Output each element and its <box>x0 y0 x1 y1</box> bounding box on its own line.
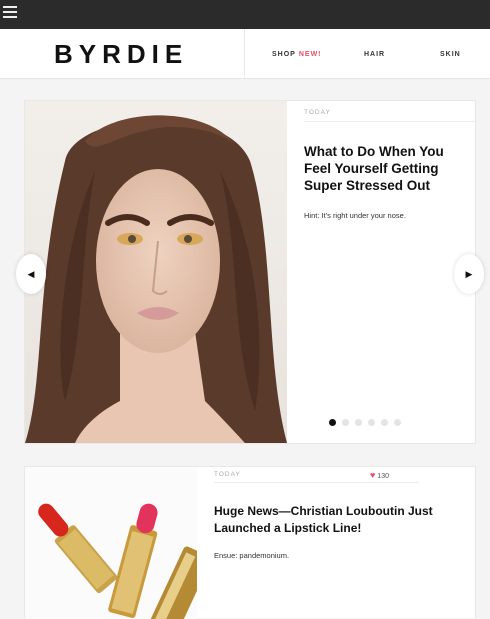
nav-item-hair-label: HAIR <box>364 51 386 58</box>
chevron-left-icon: ◀ <box>27 268 35 279</box>
carousel-dot[interactable] <box>355 419 362 426</box>
top-bar <box>0 0 490 29</box>
hero-article: TODAY What to Do When You Feel Yourself … <box>287 101 475 443</box>
nav-item-shop-label: SHOP <box>272 51 296 58</box>
hero-image[interactable] <box>25 101 287 443</box>
article-date-label: TODAY <box>214 471 241 478</box>
article-dek: Ensue: pandemonium. <box>214 551 290 560</box>
header-divider <box>244 29 245 79</box>
carousel-dots <box>329 419 401 426</box>
carousel-dot[interactable] <box>329 419 336 426</box>
article-headline[interactable]: Huge News—Christian Louboutin Just Launc… <box>214 503 444 537</box>
hero-headline[interactable]: What to Do When You Feel Yourself Gettin… <box>304 143 464 194</box>
article-likes[interactable]: ♥ 130 <box>370 470 389 480</box>
hero-divider <box>304 121 475 122</box>
hero-date-label: TODAY <box>304 109 331 116</box>
article-image[interactable] <box>25 467 197 619</box>
site-header: BYRDIE SHOP NEW! HAIR SKIN <box>0 29 490 79</box>
carousel-prev-button[interactable]: ◀ <box>16 254 46 294</box>
carousel-dot[interactable] <box>342 419 349 426</box>
article-divider <box>214 482 419 483</box>
nav-new-badge: NEW! <box>298 51 322 58</box>
article-card: TODAY ♥ 130 Huge News—Christian Loubouti… <box>24 466 476 619</box>
carousel-next-button[interactable]: ▶ <box>454 254 484 294</box>
nav-item-skin-label: SKIN <box>440 51 461 58</box>
nav-item-shop[interactable]: SHOP NEW! <box>272 51 322 58</box>
carousel-dot[interactable] <box>381 419 388 426</box>
heart-icon: ♥ <box>370 470 376 480</box>
site-logo[interactable]: BYRDIE <box>54 39 188 70</box>
chevron-right-icon: ▶ <box>465 268 473 279</box>
hero-carousel: TODAY What to Do When You Feel Yourself … <box>24 100 476 444</box>
hero-dek: Hint: It's right under your nose. <box>304 211 406 220</box>
nav-item-hair[interactable]: HAIR <box>364 51 385 58</box>
article-likes-count: 130 <box>377 473 389 480</box>
carousel-dot[interactable] <box>394 419 401 426</box>
hamburger-menu-icon[interactable] <box>3 6 17 20</box>
carousel-dot[interactable] <box>368 419 375 426</box>
nav-item-skin[interactable]: SKIN <box>440 51 461 58</box>
